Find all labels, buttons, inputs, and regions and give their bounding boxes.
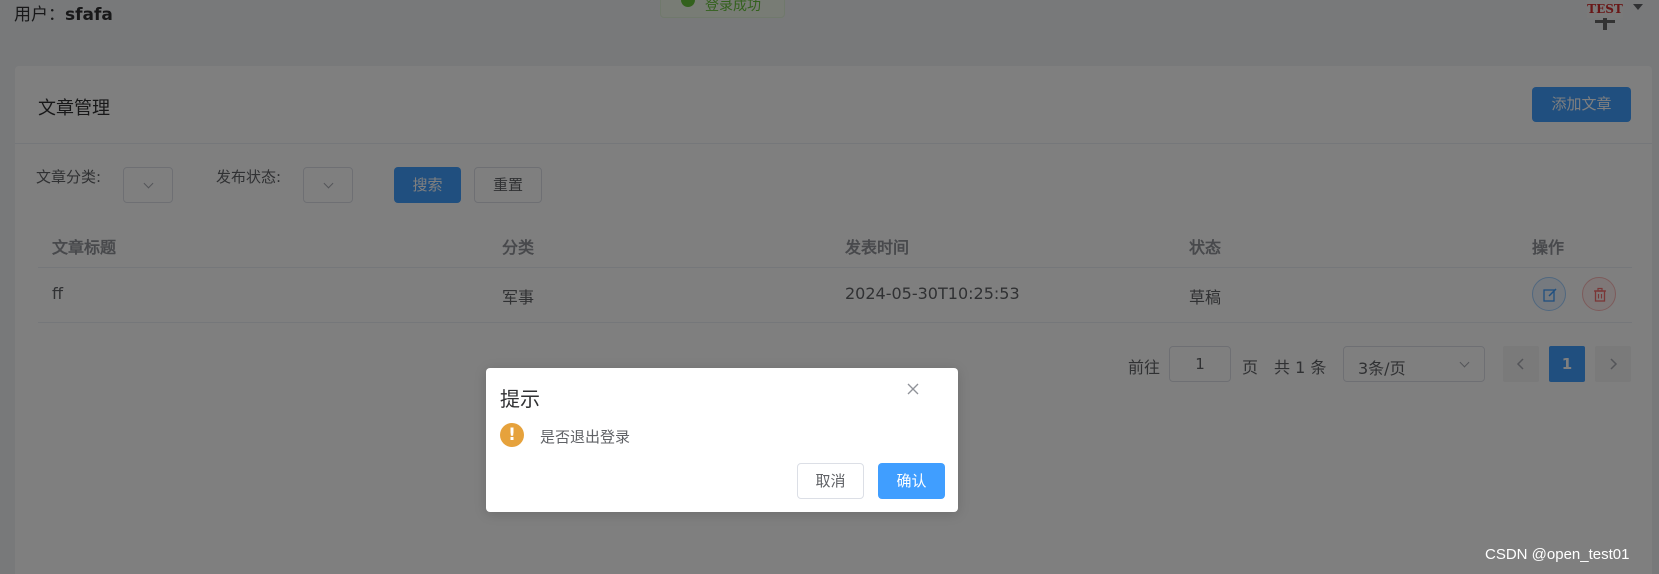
watermark: CSDN @open_test01 [1485, 546, 1630, 563]
dialog-title: 提示 [500, 387, 540, 411]
warning-icon: ! [500, 423, 524, 447]
close-icon[interactable] [905, 381, 921, 397]
confirm-button[interactable]: 确认 [878, 463, 945, 499]
cancel-button[interactable]: 取消 [797, 463, 864, 499]
dialog-message: 是否退出登录 [540, 428, 631, 446]
logout-confirm-dialog: 提示 ! 是否退出登录 取消 确认 [486, 368, 958, 512]
